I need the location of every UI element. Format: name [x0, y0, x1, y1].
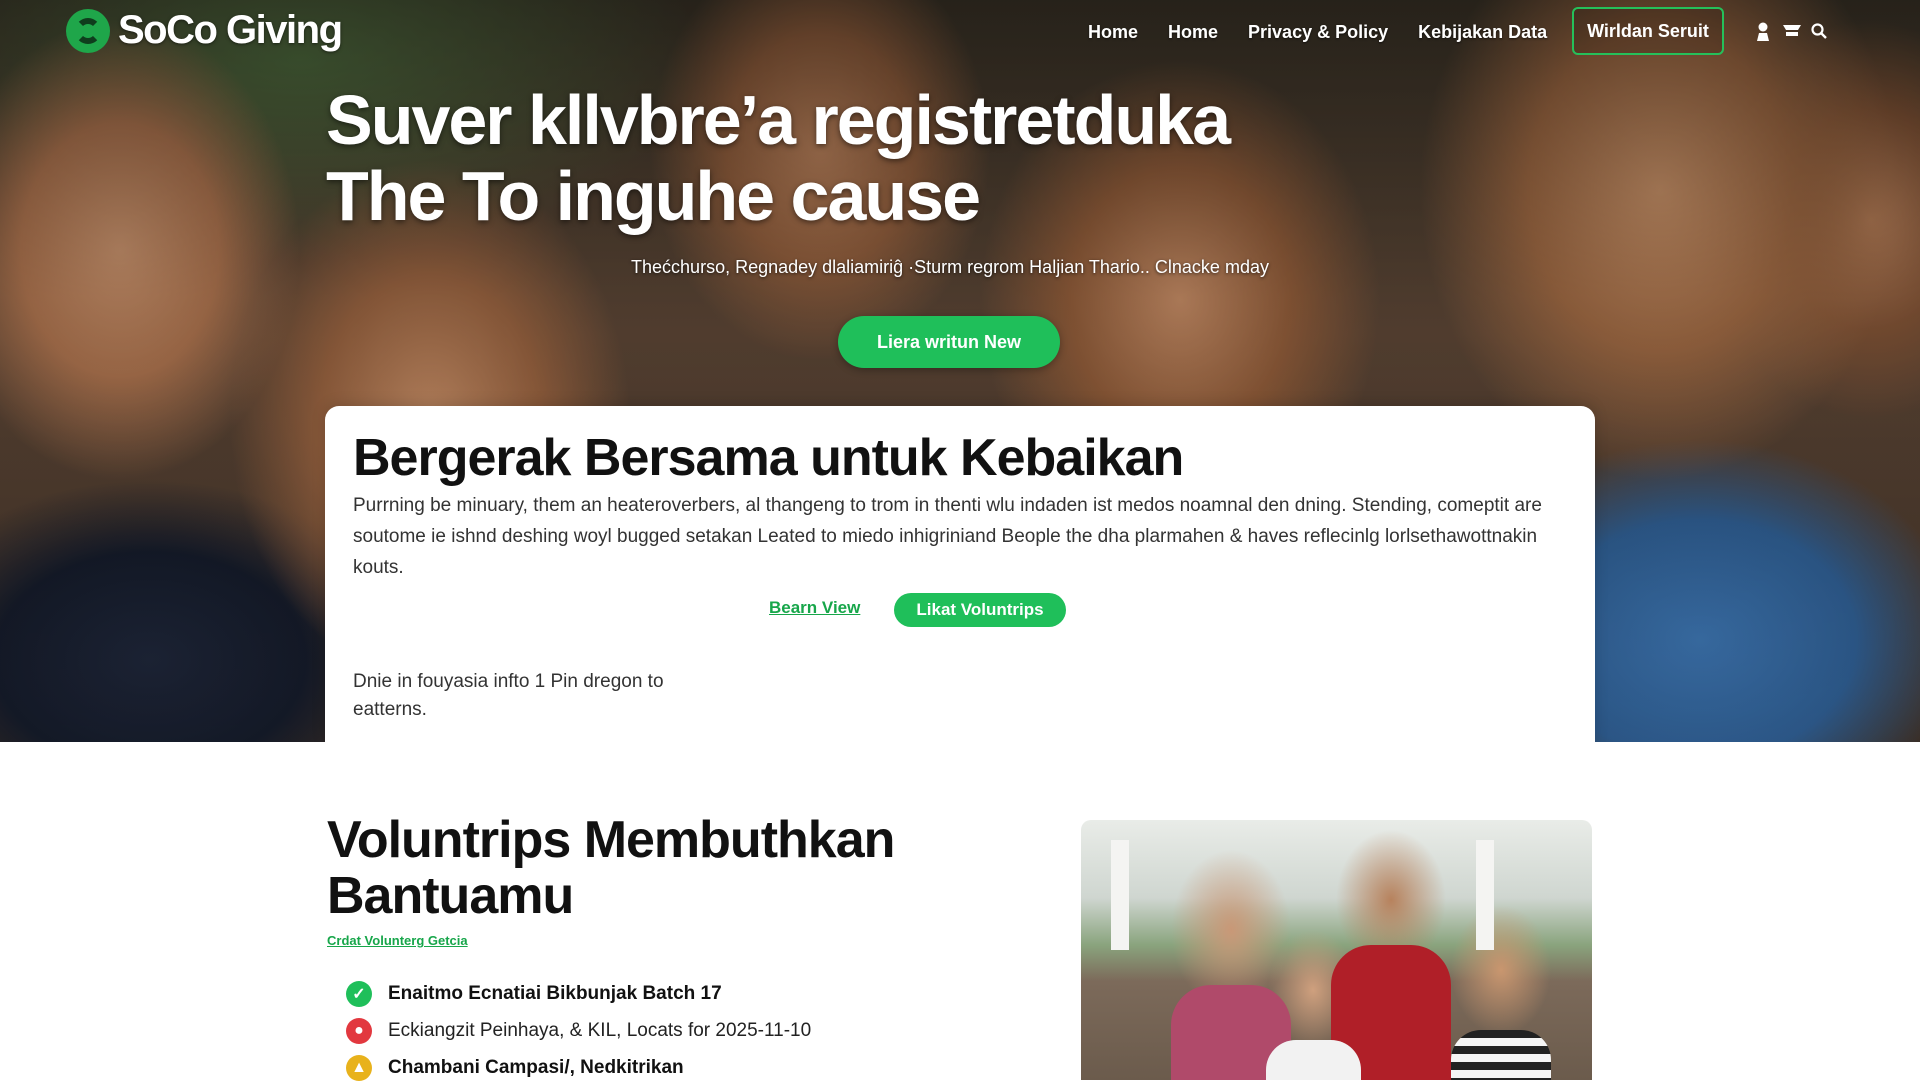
list-item-text: Enaitmo Ecnatiai Bikbunjak Batch 17 [388, 982, 722, 1004]
photo-pillar [1111, 840, 1129, 950]
hero-title: Suver kllvbre’a registretduka The To ing… [326, 81, 1231, 235]
intro-card-title: Bergerak Bersama untuk Kebaikan [353, 429, 1184, 487]
nav-link-home[interactable]: Home [1088, 22, 1138, 43]
hero-subtitle: Thećchurso, Regnadey dlaliamiriĝ ·Sturm … [631, 257, 1269, 277]
lock-icon: ▲ [346, 1054, 372, 1081]
list-item-text: Eckiangzit Peinhaya, & KIL, Locats for 2… [388, 1019, 812, 1041]
hero-title-line-2: The To inguhe cause [326, 157, 981, 235]
brand-logo[interactable]: SoCo Giving [66, 8, 343, 53]
nav-link-home-2[interactable]: Home [1168, 22, 1218, 43]
nav-cta-button[interactable]: Wirldan Seruit [1572, 7, 1724, 55]
list-item[interactable]: ▲ Chambani Campasi/, Nedkitrikan [346, 1049, 811, 1086]
hero-cta-button[interactable]: Liera writun New [838, 316, 1060, 368]
list-item[interactable]: ✓ Enaitmo Ecnatiai Bikbunjak Batch 17 [346, 975, 811, 1012]
photo-figure [1266, 1040, 1361, 1080]
main-nav: Home Home Privacy & Policy Kebijakan Dat… [1088, 22, 1577, 43]
logo-icon [66, 8, 110, 53]
voluntrip-list: ✓ Enaitmo Ecnatiai Bikbunjak Batch 17 ● … [346, 975, 811, 1086]
photo-pillar [1476, 840, 1494, 950]
nav-link-kebijakan-data[interactable]: Kebijakan Data [1418, 22, 1547, 43]
intro-card-body: Purrning be minuary, them an heateroverb… [353, 495, 1542, 578]
search-icon[interactable] [1810, 22, 1828, 40]
photo-figure [1451, 1030, 1551, 1080]
learn-view-link[interactable]: Bearn View [769, 598, 860, 618]
nav-icon-group [1754, 22, 1828, 41]
brand-name: SoCo Giving [118, 8, 343, 52]
list-item[interactable]: ● Eckiangzit Peinhaya, & KIL, Locats for… [346, 1012, 811, 1049]
intro-card-note: Dnie in fouyasia infto 1 Pin dregon to e… [353, 671, 664, 720]
cart-icon[interactable] [1782, 22, 1801, 40]
section-tag-link[interactable]: Crdat Volunterg Getcia [327, 933, 468, 948]
section-title: Voluntrips Membuthkan Bantuamu [327, 811, 895, 925]
volunteers-photo [1081, 820, 1592, 1080]
user-icon[interactable] [1754, 22, 1772, 41]
list-item-text: Chambani Campasi/, Nedkitrikan [388, 1056, 684, 1078]
intro-card: Bergerak Bersama untuk Kebaikan Purrning… [325, 406, 1595, 742]
nav-link-privacy-policy[interactable]: Privacy & Policy [1248, 22, 1388, 43]
alert-icon: ● [346, 1017, 372, 1044]
check-icon: ✓ [346, 980, 372, 1007]
hero-banner: SoCo Giving Home Home Privacy & Policy K… [0, 0, 1920, 742]
hero-title-line-1: Suver kllvbre’a registretduka [326, 81, 1231, 159]
view-voluntrips-button[interactable]: Likat Voluntrips [894, 593, 1066, 627]
